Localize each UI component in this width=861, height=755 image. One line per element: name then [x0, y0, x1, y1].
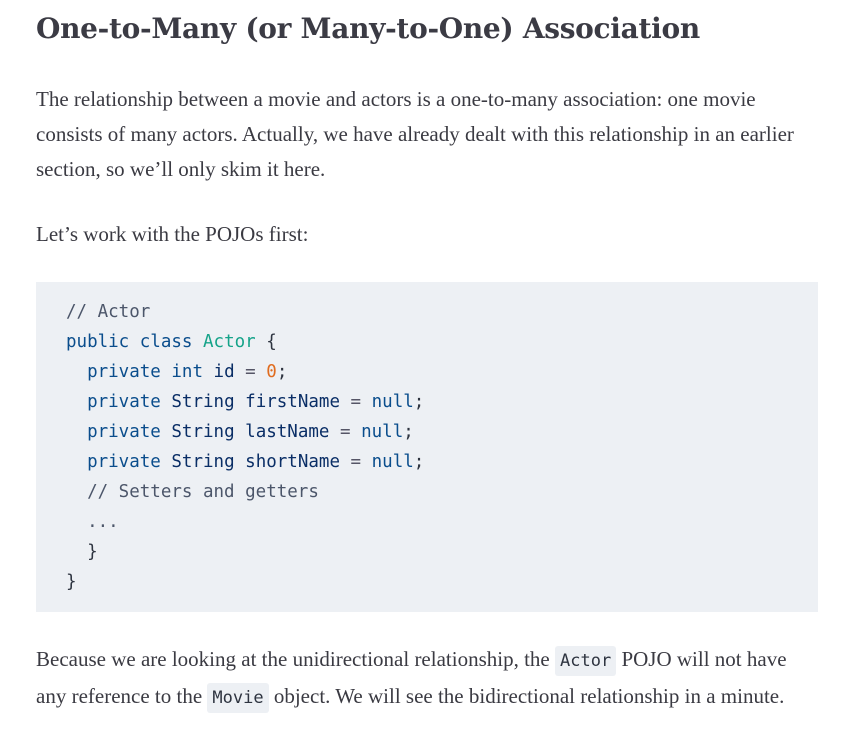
inline-code-actor: Actor [555, 646, 617, 676]
section-heading: One-to-Many (or Many-to-One) Association [36, 12, 700, 45]
code-line: public class Actor { [66, 327, 818, 357]
code-ellipsis: ... [87, 512, 119, 532]
explanation-text: Because we are looking at the unidirecti… [36, 647, 550, 671]
code-punct: } [87, 542, 98, 562]
code-type: String [171, 392, 235, 412]
code-line: private String lastName = null; [87, 422, 414, 442]
code-line: private String shortName = null; [87, 452, 425, 472]
code-identifier: id [213, 362, 235, 382]
code-type: int [171, 362, 203, 382]
code-number: 0 [266, 362, 277, 382]
code-line: private int id = 0; [87, 362, 288, 382]
code-keyword: private [87, 362, 161, 382]
code-line: // Setters and getters [66, 477, 818, 507]
code-class-name: Actor [203, 332, 256, 352]
code-identifier: lastName [245, 422, 330, 442]
code-keyword: public [66, 332, 130, 352]
code-keyword: private [87, 422, 161, 442]
code-null: null [361, 422, 404, 442]
code-comment: // Setters and getters [87, 482, 319, 502]
code-identifier: firstName [245, 392, 340, 412]
code-identifier: shortName [245, 452, 340, 472]
intro-paragraph: The relationship between a movie and act… [36, 87, 794, 181]
inline-code-movie: Movie [207, 683, 269, 713]
explanation-paragraph: Because we are looking at the unidirecti… [36, 642, 818, 716]
code-line: private String firstName = null; [87, 392, 425, 412]
code-line: ... [66, 507, 818, 537]
code-type: String [171, 452, 235, 472]
code-block: // Actor public class Actor { private in… [36, 282, 818, 612]
code-keyword: private [87, 452, 161, 472]
code-line: } [66, 537, 818, 567]
code-line: } [66, 567, 818, 597]
code-null: null [371, 452, 414, 472]
code-keyword: class [139, 332, 193, 352]
code-type: String [171, 422, 235, 442]
code-line: // Actor [66, 297, 818, 327]
code-punct: } [66, 572, 77, 592]
pojo-intro-paragraph: Let’s work with the POJOs first: [36, 222, 309, 246]
explanation-text: object. We will see the bidirectional re… [273, 684, 785, 708]
code-null: null [371, 392, 414, 412]
code-punct: { [266, 332, 277, 352]
code-comment: // Actor [66, 302, 151, 322]
code-keyword: private [87, 392, 161, 412]
